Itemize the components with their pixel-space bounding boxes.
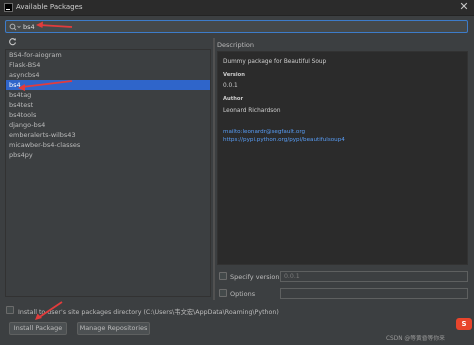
package-summary: Dummy package for Beautiful Soup <box>223 59 327 65</box>
specify-version-checkbox[interactable] <box>219 272 227 280</box>
search-input[interactable]: bs4 <box>5 20 468 33</box>
pypi-link[interactable]: https://pypi.python.org/pypi/beautifulso… <box>223 137 345 143</box>
list-item[interactable]: BS4-for-aiogram <box>6 50 210 60</box>
specify-version-label: Specify version <box>230 273 280 281</box>
author-heading: Author <box>223 96 244 102</box>
refresh-icon[interactable] <box>8 37 17 46</box>
install-to-user-label: Install to user's site packages director… <box>18 309 279 316</box>
list-item[interactable]: emberalerts-wilbs43 <box>6 130 210 140</box>
author-value: Leonard Richardson <box>223 108 281 114</box>
author-email-link[interactable]: mailto:leonardr@segfault.org <box>223 129 305 135</box>
options-label: Options <box>230 290 256 298</box>
panel-splitter[interactable] <box>213 38 215 300</box>
options-checkbox[interactable] <box>219 289 227 297</box>
options-input[interactable] <box>280 288 468 299</box>
list-item[interactable]: pbs4py <box>6 150 210 160</box>
list-item[interactable]: django-bs4 <box>6 120 210 130</box>
install-to-user-checkbox[interactable] <box>6 306 14 314</box>
description-panel: Dummy package for Beautiful Soup Version… <box>217 51 468 265</box>
list-item[interactable]: micawber-bs4-classes <box>6 140 210 150</box>
watermark-text: CSDN @等黄昏等你来 <box>386 336 445 342</box>
csdn-logo-icon: S <box>456 318 472 330</box>
search-icon <box>9 23 21 31</box>
version-value: 0.0.1 <box>223 83 238 89</box>
list-item[interactable]: Flask-BS4 <box>6 60 210 70</box>
list-item[interactable]: bs4test <box>6 100 210 110</box>
search-value: bs4 <box>23 23 35 31</box>
install-package-button[interactable]: Install Package <box>9 322 67 335</box>
list-item[interactable]: bs4 <box>6 80 210 90</box>
close-icon[interactable]: ✕ <box>458 1 470 13</box>
package-list[interactable]: BS4-for-aiogram Flask-BS4 asyncbs4 bs4 bs4ta… <box>5 49 211 297</box>
list-item[interactable]: bs4tag <box>6 90 210 100</box>
manage-repositories-button[interactable]: Manage Repositories <box>77 322 150 335</box>
version-select[interactable]: 0.0.1 <box>280 271 468 282</box>
title-bar: Available Packages ✕ <box>0 0 474 16</box>
app-icon <box>4 3 13 12</box>
version-heading: Version <box>223 72 245 78</box>
window-title: Available Packages <box>16 3 83 11</box>
list-item[interactable]: asyncbs4 <box>6 70 210 80</box>
description-label: Description <box>217 41 255 49</box>
list-item[interactable]: bs4tools <box>6 110 210 120</box>
